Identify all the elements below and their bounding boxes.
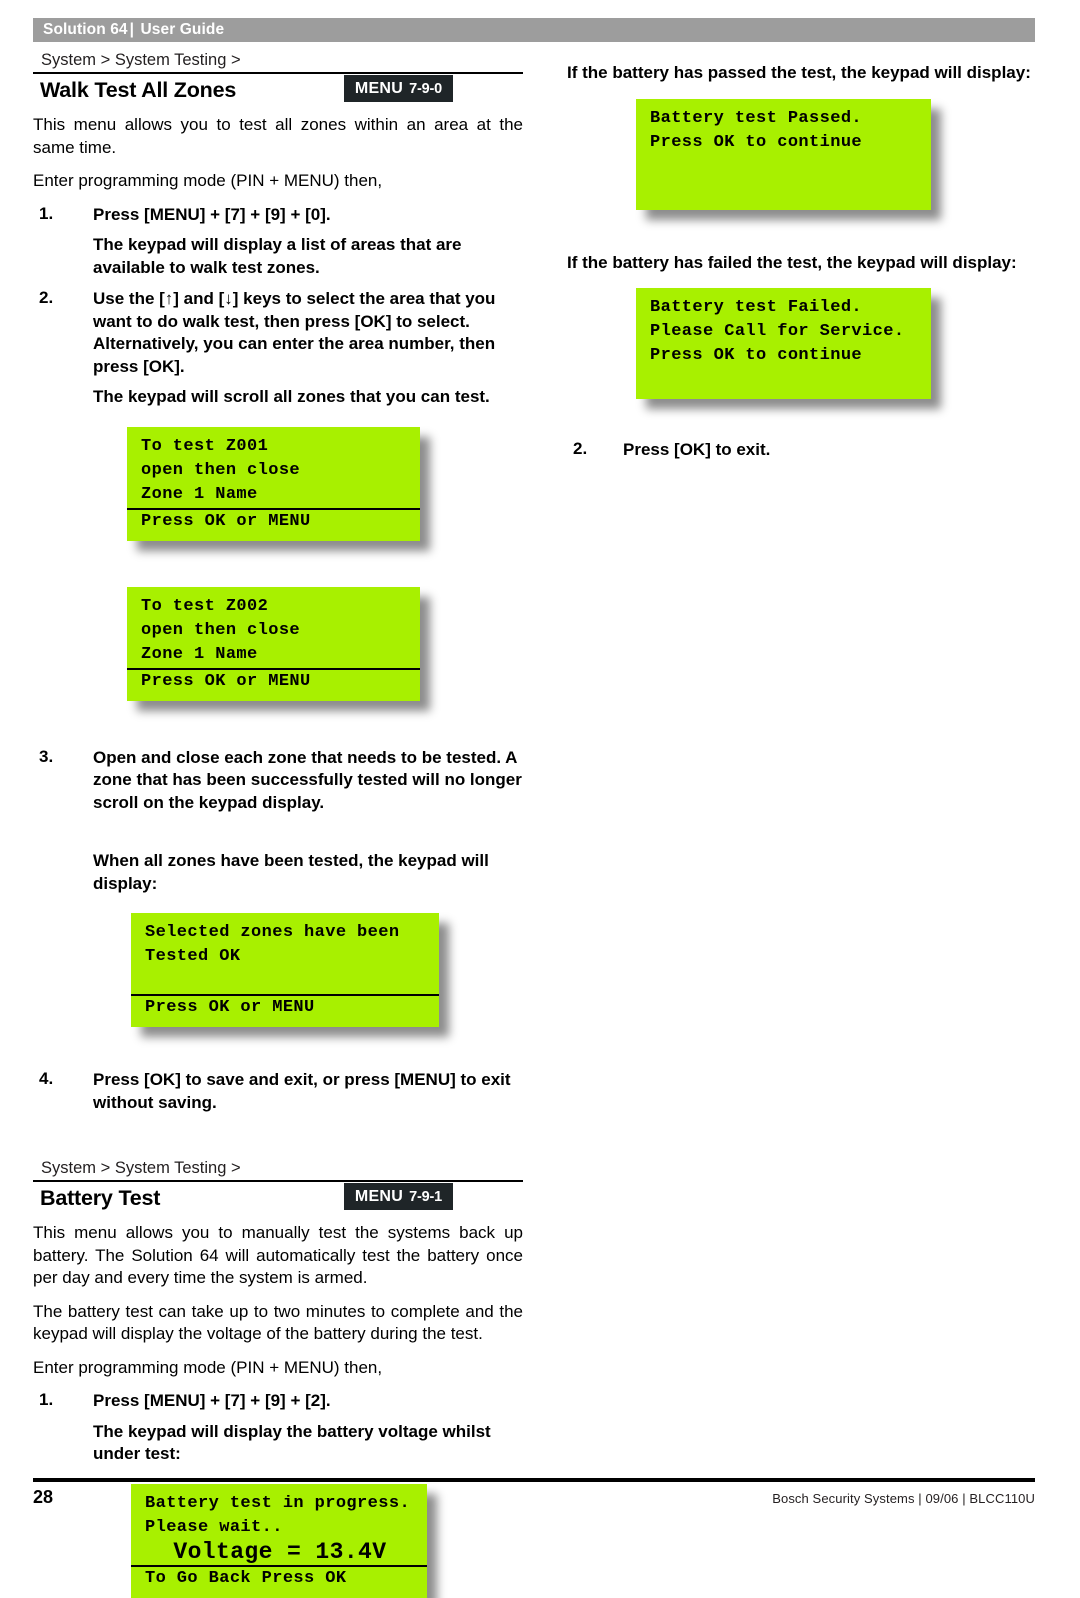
lcd-line	[636, 368, 931, 392]
battery-test-step-1: 1. Press [MENU] + [7] + [9] + [2].	[33, 1390, 523, 1413]
walk-test-step-1-text: Press [MENU] + [7] + [9] + [0].	[93, 204, 331, 224]
keypad-display-walk-test-z002: To test Z002 open then close Zone 1 Name…	[127, 586, 420, 701]
battery-test-step-2: 2. Press [OK] to exit.	[567, 439, 1035, 462]
keypad-display-battery-passed: Battery test Passed. Press OK to continu…	[636, 98, 931, 210]
battery-test-step-2-number: 2.	[573, 439, 588, 458]
walk-test-step-2: 2. Use the [↑] and [↓] keys to select th…	[33, 288, 523, 378]
battery-test-enter-line: Enter programming mode (PIN + MENU) then…	[33, 1357, 383, 1377]
lcd-line: Zone 1 Name	[127, 483, 420, 510]
left-column: System > System Testing > Walk Test All …	[33, 50, 523, 1598]
lcd-line: open then close	[141, 620, 301, 640]
lcd-wrap-battery-passed: Battery test Passed. Press OK to continu…	[636, 98, 931, 210]
walk-test-enter-line: Enter programming mode (PIN + MENU) then…	[33, 171, 383, 190]
lcd-line: Please wait..	[145, 1517, 283, 1537]
walk-test-step-2-number: 2.	[39, 288, 54, 307]
walk-test-step-1-number: 1.	[39, 203, 54, 223]
running-head-doctype: User Guide	[140, 21, 225, 38]
running-head-product: Solution 64	[43, 21, 128, 38]
lcd-line-voltage: Voltage = 13.4V	[131, 1540, 427, 1567]
menu-badge-label: MENU	[354, 80, 404, 97]
battery-test-para-1: This menu allows you to manually test th…	[33, 1223, 523, 1287]
battery-test-step-1-sub: The keypad will display the battery volt…	[93, 1421, 491, 1464]
keypad-display-walk-test-z001: To test Z001 open then close Zone 1 Name…	[127, 426, 420, 541]
page-title-walk-test: Walk Test All Zones	[40, 78, 237, 102]
menu-badge-label: MENU	[354, 1188, 404, 1205]
section-battery-test: System > System Testing > Battery Test M…	[33, 1158, 523, 1598]
lcd-line: Tested OK	[145, 947, 241, 966]
walk-test-step-3-text: Open and close each zone that needs to b…	[93, 747, 522, 812]
lcd-wrap-z002: To test Z002 open then close Zone 1 Name…	[127, 586, 420, 701]
keypad-display-battery-failed: Battery test Failed. Please Call for Ser…	[636, 288, 931, 399]
footer-rule	[33, 1478, 1035, 1482]
lcd-wrap-z001: To test Z001 open then close Zone 1 Name…	[127, 426, 420, 541]
footer-page-number: 28	[33, 1487, 54, 1507]
lcd-wrap-battery-failed: Battery test Failed. Please Call for Ser…	[636, 288, 931, 399]
menu-badge-battery-test: MENU 7-9-1	[343, 1183, 453, 1210]
lcd-line: Selected zones have been	[145, 923, 400, 942]
battery-test-para-2: The battery test can take up to two minu…	[33, 1301, 523, 1344]
walk-test-step-3: 3. Open and close each zone that needs t…	[33, 747, 523, 815]
right-column: If the battery has passed the test, the …	[567, 62, 1035, 470]
section-header-walk-test: Walk Test All Zones MENU 7-9-0	[33, 72, 523, 108]
lcd-line: Zone 1 Name	[127, 643, 420, 670]
keypad-display-battery-in-progress: Battery test in progress. Please wait.. …	[131, 1483, 427, 1598]
battery-test-step-2-text: Press [OK] to exit.	[623, 440, 771, 459]
footer-imprint: Bosch Security Systems | 09/06 | BLCC110…	[772, 1491, 1035, 1506]
walk-test-step-3-note: When all zones have been tested, the key…	[93, 851, 489, 893]
breadcrumb-battery-test: System > System Testing >	[41, 1159, 241, 1177]
lcd-line: Press OK to continue	[650, 346, 863, 365]
lcd-line: Battery test Passed.	[650, 108, 863, 128]
keypad-display-zones-tested-ok: Selected zones have been Tested OK Press…	[131, 913, 439, 1027]
lcd-line	[636, 179, 931, 203]
walk-test-step-2-sub: The keypad will scroll all zones that yo…	[93, 387, 490, 406]
lcd-line: open then close	[141, 460, 301, 480]
battery-test-step-1-number: 1.	[39, 1390, 54, 1409]
walk-test-step-1-sub: The keypad will display a list of areas …	[93, 235, 462, 277]
walk-test-step-4-text: Press [OK] to save and exit, or press [M…	[93, 1070, 511, 1112]
walk-test-step-4-number: 4.	[39, 1069, 54, 1088]
walk-test-intro: This menu allows you to test all zones w…	[33, 115, 523, 157]
lcd-line: Battery test Failed.	[650, 298, 863, 317]
menu-badge-walk-test: MENU 7-9-0	[343, 75, 453, 102]
section-walk-test-all-zones: System > System Testing > Walk Test All …	[33, 50, 523, 1114]
lcd-line	[636, 155, 931, 179]
lcd-line: Battery test in progress.	[145, 1493, 411, 1513]
lcd-line: To test Z002	[141, 596, 269, 616]
walk-test-step-2-text: Use the [↑] and [↓] keys to select the a…	[93, 289, 496, 376]
battery-passed-caption: If the battery has passed the test, the …	[567, 63, 1031, 82]
running-head: Solution 64 | User Guide	[33, 18, 1035, 42]
lcd-line	[131, 969, 439, 996]
lcd-line: Please Call for Service.	[650, 322, 905, 341]
lcd-line: Press OK or MENU	[141, 671, 311, 691]
lcd-line: Press OK or MENU	[145, 998, 315, 1017]
lcd-line: Press OK or MENU	[141, 511, 311, 531]
breadcrumb-walk-test: System > System Testing >	[41, 51, 241, 69]
battery-failed-caption: If the battery has failed the test, the …	[567, 252, 1017, 272]
lcd-line: Press OK to continue	[650, 132, 863, 152]
battery-test-step-1-text: Press [MENU] + [7] + [9] + [2].	[93, 1391, 331, 1410]
lcd-wrap-battery-progress: Battery test in progress. Please wait.. …	[131, 1483, 427, 1598]
walk-test-step-3-number: 3.	[39, 746, 54, 766]
menu-badge-code: 7-9-0	[409, 81, 442, 97]
walk-test-step-4: 4. Press [OK] to save and exit, or press…	[33, 1069, 523, 1114]
lcd-line: To test Z001	[141, 436, 269, 456]
menu-badge-code: 7-9-1	[409, 1189, 442, 1205]
running-head-separator: |	[129, 21, 135, 38]
lcd-wrap-tested-ok: Selected zones have been Tested OK Press…	[131, 913, 439, 1027]
section-header-battery-test: Battery Test MENU 7-9-1	[33, 1180, 523, 1216]
lcd-line: To Go Back Press OK	[145, 1568, 347, 1588]
page-title-battery-test: Battery Test	[40, 1186, 161, 1210]
walk-test-step-1: 1. Press [MENU] + [7] + [9] + [0].	[33, 204, 523, 227]
